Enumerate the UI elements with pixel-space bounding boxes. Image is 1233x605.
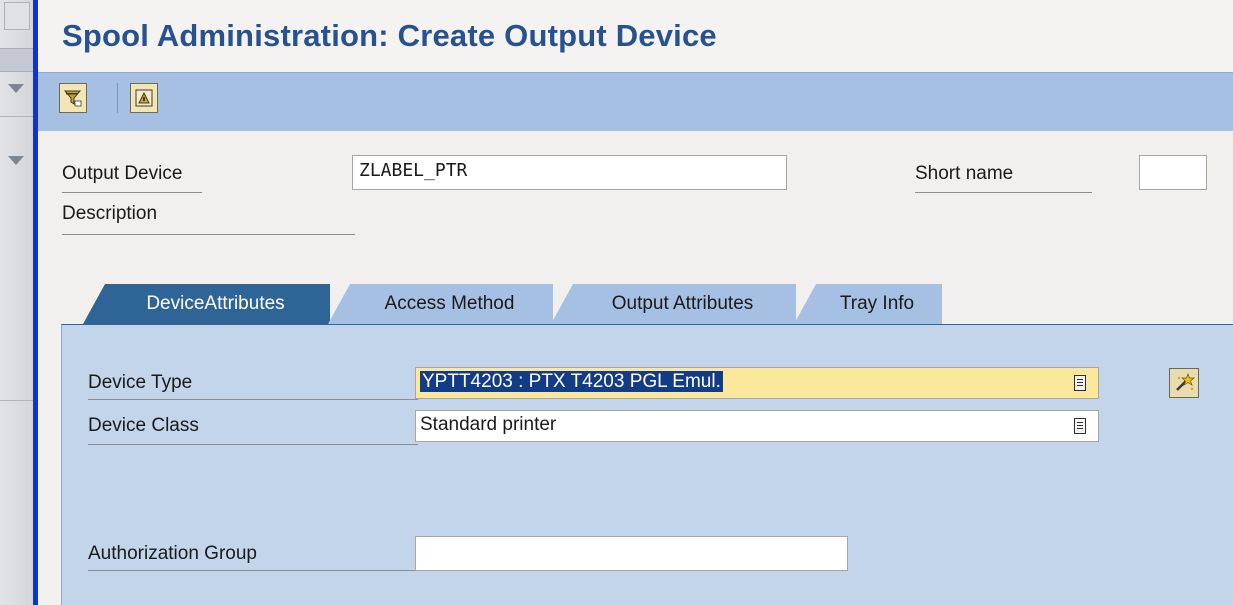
test-print-icon xyxy=(135,89,153,107)
device-class-label: Device Class xyxy=(88,415,418,445)
authorization-group-field[interactable] xyxy=(415,536,848,571)
application-toolbar xyxy=(38,72,1233,131)
output-device-label: Output Device xyxy=(62,163,202,193)
short-name-label: Short name xyxy=(915,163,1092,193)
description-label: Description xyxy=(62,203,355,235)
left-navigation-strip xyxy=(0,0,34,605)
device-attributes-panel: Device Type YPTT4203 : PTX T4203 PGL Emu… xyxy=(61,324,1233,605)
choose-button[interactable] xyxy=(59,83,87,113)
short-name-field[interactable] xyxy=(1139,155,1207,190)
device-type-label: Device Type xyxy=(88,372,418,400)
value-help-icon[interactable] xyxy=(1074,418,1086,434)
authorization-group-label: Authorization Group xyxy=(88,543,418,571)
device-type-field[interactable]: YPTT4203 : PTX T4203 PGL Emul. xyxy=(415,367,1099,399)
value-help-icon[interactable] xyxy=(1074,375,1086,391)
device-type-value: YPTT4203 : PTX T4203 PGL Emul. xyxy=(420,371,723,392)
tab-output-attributes[interactable]: Output Attributes xyxy=(551,284,796,324)
title-bar: Spool Administration: Create Output Devi… xyxy=(38,0,1233,72)
tab-device-attributes[interactable]: DeviceAttributes xyxy=(83,284,330,324)
tab-label: Output Attributes xyxy=(611,293,754,314)
divider xyxy=(0,116,33,117)
device-type-wizard-button[interactable] xyxy=(1169,368,1199,398)
nav-band xyxy=(0,48,33,72)
page-title: Spool Administration: Create Output Devi… xyxy=(62,18,717,53)
tab-access-method[interactable]: Access Method xyxy=(328,284,553,324)
tab-tray-info[interactable]: Tray Info xyxy=(794,284,942,324)
device-class-field[interactable]: Standard printer xyxy=(415,410,1099,442)
tab-label: DeviceAttributes xyxy=(146,293,285,314)
magic-wand-icon xyxy=(1176,373,1195,391)
output-device-field[interactable]: ZLABEL_PTR xyxy=(352,155,787,190)
test-print-button[interactable] xyxy=(130,83,158,113)
filter-choose-icon xyxy=(63,90,82,107)
collapse-triangle-icon[interactable] xyxy=(8,156,24,165)
divider xyxy=(0,400,33,401)
tab-label: Access Method xyxy=(384,293,515,314)
tab-label: Tray Info xyxy=(839,293,915,314)
main-content: Spool Administration: Create Output Devi… xyxy=(38,0,1233,605)
page-tile xyxy=(4,2,30,30)
collapse-triangle-icon[interactable] xyxy=(8,84,24,93)
device-class-value: Standard printer xyxy=(420,414,557,435)
toolbar-separator xyxy=(117,83,118,113)
